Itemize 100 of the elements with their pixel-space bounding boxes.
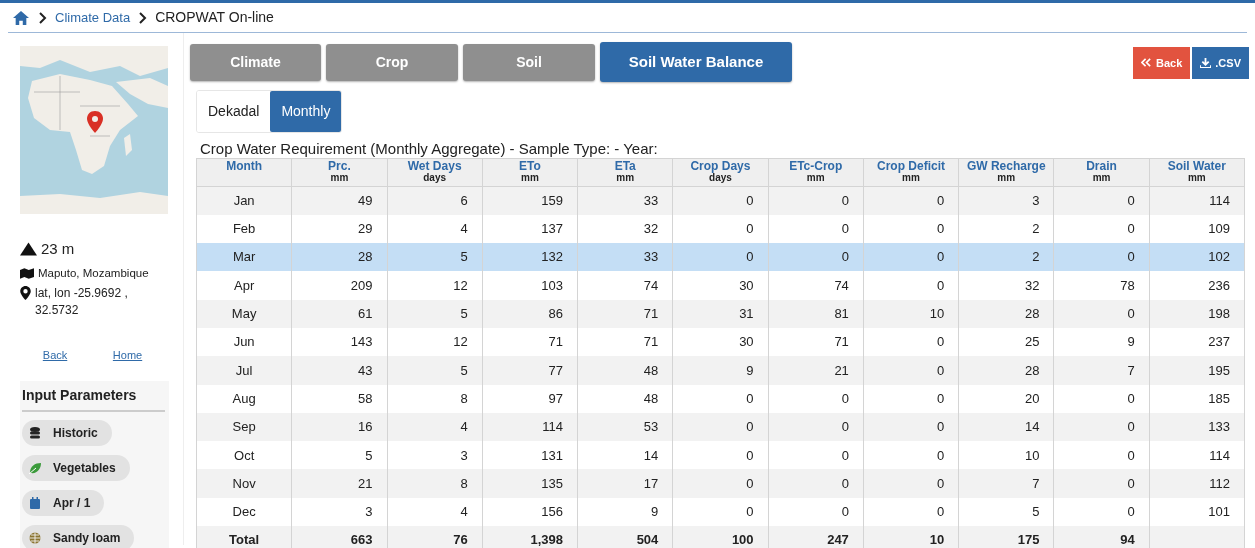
table-cell: 0 xyxy=(936,475,945,491)
table-row[interactable]: Sep 16 4 114 53 0 0 0 14 0 133 xyxy=(196,412,1245,442)
table-cell: 74 xyxy=(834,277,849,293)
table-cell: 185 xyxy=(1208,390,1230,406)
row-label: Feb xyxy=(232,221,256,237)
table-row[interactable]: Apr 209 12 103 74 30 74 0 32 78 236 xyxy=(196,271,1245,300)
table-cell: 114 xyxy=(1209,193,1230,209)
table-cell: 0 xyxy=(746,193,754,209)
location-text: Maputo, Mozambique xyxy=(38,265,149,281)
column-name: ETa xyxy=(613,160,637,172)
table-cell: 132 xyxy=(541,249,564,265)
table-cell: 10 xyxy=(1024,447,1040,463)
table-row[interactable]: Jun 143 12 71 71 30 71 0 25 9 237 xyxy=(196,328,1245,357)
table-cell: 86 xyxy=(548,306,564,322)
table-cell: 12 xyxy=(453,334,468,350)
table-cell: 76 xyxy=(453,532,468,548)
download-icon xyxy=(1200,58,1212,68)
table-row[interactable]: May 61 5 86 71 31 81 10 28 0 198 xyxy=(196,299,1245,328)
table-row[interactable]: Oct 5 3 131 14 0 0 0 10 0 114 xyxy=(196,441,1245,470)
table-cell: 133 xyxy=(1208,419,1230,435)
column-name: Prc. xyxy=(327,160,352,172)
table-cell: 0 xyxy=(841,447,849,463)
coordinates-text: lat, lon -25.9692 , 32.5732 xyxy=(35,284,129,319)
period-toggle-button[interactable]: Monthly xyxy=(270,91,342,132)
table-cell: 53 xyxy=(643,419,659,435)
table-cell: 100 xyxy=(731,532,754,548)
table-cell: 0 xyxy=(936,249,945,265)
table-row[interactable]: Jul 43 5 77 48 9 21 0 28 7 195 xyxy=(196,356,1245,385)
table-cell: 5 xyxy=(460,306,468,322)
breadcrumb-link[interactable]: Climate Data xyxy=(55,7,131,28)
column-name: Crop Deficit xyxy=(876,160,946,172)
table-cell: 29 xyxy=(358,221,373,237)
table-title: Crop Water Requirement (Monthly Aggregate) - Sample Type: - Year: xyxy=(200,140,659,157)
table-cell: 33 xyxy=(643,249,659,265)
table-cell: 4 xyxy=(460,221,468,237)
table-cell: 77 xyxy=(548,362,564,378)
table-cell: 0 xyxy=(746,390,754,406)
nav-link[interactable]: Home xyxy=(112,346,143,364)
table-cell: 103 xyxy=(541,277,564,293)
chevrons-left-icon xyxy=(1141,58,1152,68)
row-label: Mar xyxy=(232,249,256,265)
table-cell: 4 xyxy=(460,419,468,435)
table-cell: 14 xyxy=(643,447,659,463)
table-cell: 71 xyxy=(834,334,849,350)
table-cell: 94 xyxy=(1120,532,1135,548)
table-cell: 0 xyxy=(746,475,754,491)
table-cell: 198 xyxy=(1208,306,1230,322)
table-cell: 112 xyxy=(1209,475,1230,491)
table-cell: 48 xyxy=(643,390,659,406)
table-row[interactable]: Mar 28 5 132 33 0 0 0 2 0 102 xyxy=(196,243,1245,272)
table-cell: 0 xyxy=(1127,419,1135,435)
table-cell: 3 xyxy=(1032,193,1040,209)
table-cell: 0 xyxy=(841,419,849,435)
column-name: ETc-Crop xyxy=(788,160,844,172)
home-icon[interactable] xyxy=(12,9,30,26)
table-row[interactable]: Feb 29 4 137 32 0 0 0 2 0 109 xyxy=(196,214,1245,244)
table-cell: 32 xyxy=(643,221,659,237)
column-unit: mm xyxy=(615,172,636,184)
table-cell: 21 xyxy=(358,475,373,491)
table-cell: 175 xyxy=(1017,532,1040,548)
database-icon xyxy=(29,427,41,440)
table-cell: 2 xyxy=(1032,249,1040,265)
table-cell: 0 xyxy=(1127,475,1135,491)
calendar-icon xyxy=(29,497,41,510)
table-cell: 0 xyxy=(746,447,754,463)
table-cell: 0 xyxy=(936,334,945,350)
table-cell: 159 xyxy=(541,193,564,209)
column-unit: mm xyxy=(1091,172,1112,184)
table-cell: 0 xyxy=(936,504,945,520)
table-cell: 58 xyxy=(358,390,373,406)
table-row[interactable]: Jan 49 6 159 33 0 0 0 3 0 114 xyxy=(196,186,1245,215)
table-cell: 7 xyxy=(1127,362,1135,378)
table-cell: 5 xyxy=(460,249,468,265)
column-unit: mm xyxy=(806,172,825,184)
table-row[interactable]: Dec 3 4 156 9 0 0 0 5 0 101 xyxy=(196,497,1245,527)
table-cell: 28 xyxy=(1024,306,1040,322)
nav-link[interactable]: Back xyxy=(42,346,68,364)
table-cell: 0 xyxy=(841,504,849,520)
table-cell: 209 xyxy=(350,277,373,293)
tab[interactable]: Soil Water Balance xyxy=(600,42,792,82)
row-label: May xyxy=(231,306,257,322)
table-cell: 0 xyxy=(936,277,945,293)
table-row[interactable]: Aug 58 8 97 48 0 0 0 20 0 185 xyxy=(196,384,1245,413)
table-cell: 0 xyxy=(936,447,945,463)
csv-download-button[interactable]: .CSV xyxy=(1192,47,1249,79)
table-cell: 0 xyxy=(746,419,754,435)
column-name: ETo xyxy=(518,160,542,172)
table-cell: 0 xyxy=(1127,390,1135,406)
elevation-text: 23 m xyxy=(41,239,75,259)
table-cell: 21 xyxy=(834,362,849,378)
table-cell: 0 xyxy=(1127,249,1135,265)
table-cell: 61 xyxy=(358,306,373,322)
table-cell: 30 xyxy=(739,277,754,293)
table-row[interactable]: Total 663 76 1,398 504 100 247 10 175 94 xyxy=(196,526,1245,548)
table-row[interactable]: Nov 21 8 135 17 0 0 0 7 0 112 xyxy=(196,469,1245,498)
table-cell: 31 xyxy=(739,306,754,322)
table-cell: 14 xyxy=(1024,419,1040,435)
back-button[interactable]: Back xyxy=(1133,47,1191,79)
table-cell: 9 xyxy=(651,504,659,520)
column-name: Soil Water xyxy=(1166,160,1227,172)
